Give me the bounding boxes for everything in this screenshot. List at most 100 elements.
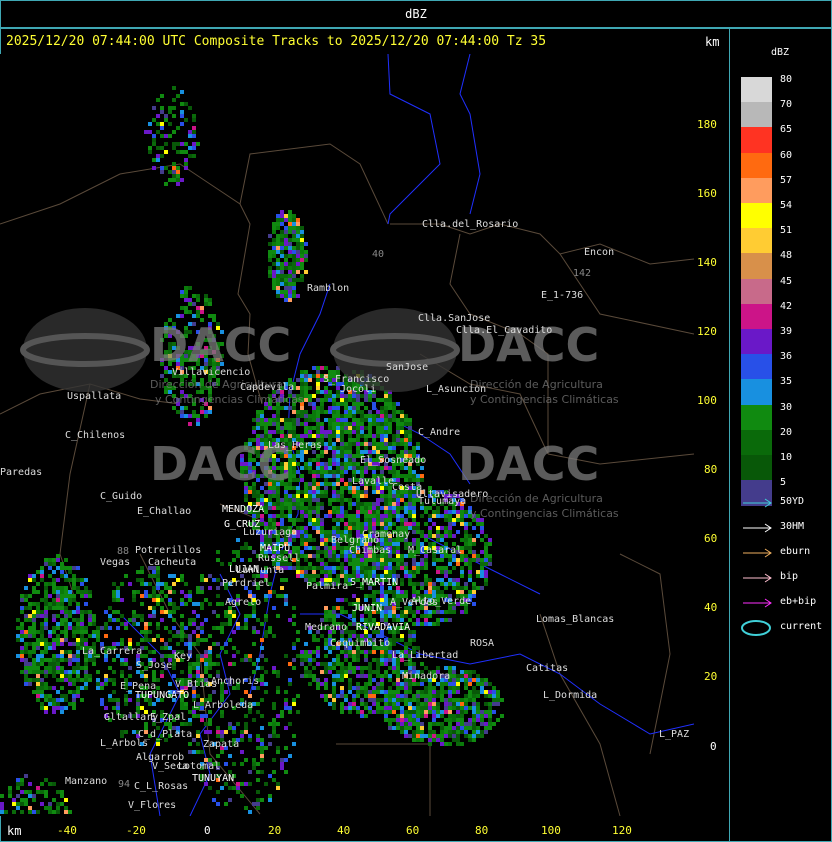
echo-pixel: [460, 726, 464, 730]
echo-pixel: [284, 538, 288, 542]
echo-pixel: [420, 534, 424, 538]
echo-pixel: [440, 682, 444, 686]
echo-pixel: [272, 270, 276, 274]
echo-pixel: [296, 266, 300, 270]
echo-pixel: [164, 150, 168, 154]
echo-pixel: [276, 278, 280, 282]
echo-pixel: [184, 306, 188, 310]
echo-pixel: [472, 586, 476, 590]
echo-pixel: [380, 698, 384, 702]
echo-pixel: [340, 474, 344, 478]
echo-pixel: [416, 530, 420, 534]
echo-pixel: [300, 434, 304, 438]
echo-pixel: [412, 590, 416, 594]
echo-pixel: [264, 506, 268, 510]
echo-pixel: [160, 146, 164, 150]
echo-pixel: [464, 682, 468, 686]
echo-pixel: [388, 694, 392, 698]
echo-pixel: [436, 586, 440, 590]
echo-pixel: [476, 694, 480, 698]
echo-pixel: [388, 442, 392, 446]
echo-pixel: [400, 558, 404, 562]
echo-pixel: [380, 434, 384, 438]
echo-pixel: [464, 582, 468, 586]
echo-pixel: [280, 514, 284, 518]
echo-pixel: [264, 498, 268, 502]
echo-pixel: [164, 118, 168, 122]
echo-pixel: [356, 406, 360, 410]
echo-pixel: [412, 562, 416, 566]
echo-pixel: [332, 454, 336, 458]
echo-pixel: [356, 510, 360, 514]
echo-pixel: [376, 502, 380, 506]
echo-pixel: [320, 538, 324, 542]
echo-pixel: [412, 526, 416, 530]
km-unit-label-top: km: [705, 35, 720, 49]
echo-pixel: [424, 702, 428, 706]
echo-pixel: [272, 274, 276, 278]
echo-pixel: [352, 518, 356, 522]
echo-pixel: [448, 582, 452, 586]
echo-pixel: [432, 738, 436, 742]
echo-pixel: [336, 458, 340, 462]
echo-pixel: [204, 410, 208, 414]
echo-pixel: [348, 410, 352, 414]
echo-pixel: [472, 526, 476, 530]
echo-pixel: [300, 550, 304, 554]
echo-pixel: [348, 462, 352, 466]
echo-pixel: [296, 294, 300, 298]
echo-pixel: [316, 490, 320, 494]
echo-pixel: [32, 630, 36, 634]
echo-pixel: [360, 502, 364, 506]
echo-pixel: [308, 378, 312, 382]
echo-pixel: [344, 442, 348, 446]
echo-pixel: [464, 710, 468, 714]
echo-pixel: [456, 558, 460, 562]
echo-pixel: [404, 570, 408, 574]
echo-pixel: [388, 426, 392, 430]
echo-pixel: [328, 406, 332, 410]
echo-pixel: [276, 234, 280, 238]
echo-pixel: [292, 214, 296, 218]
echo-pixel: [392, 566, 396, 570]
echo-pixel: [392, 558, 396, 562]
echo-pixel: [340, 566, 344, 570]
echo-pixel: [416, 538, 420, 542]
echo-pixel: [276, 506, 280, 510]
echo-pixel: [356, 422, 360, 426]
echo-pixel: [456, 714, 460, 718]
echo-pixel: [348, 446, 352, 450]
echo-pixel: [304, 498, 308, 502]
echo-pixel: [296, 262, 300, 266]
echo-pixel: [384, 442, 388, 446]
echo-pixel: [420, 622, 424, 626]
echo-pixel: [296, 410, 300, 414]
echo-pixel: [412, 698, 416, 702]
echo-pixel: [296, 238, 300, 242]
echo-pixel: [320, 462, 324, 466]
echo-pixel: [444, 742, 448, 746]
echo-pixel: [264, 522, 268, 526]
echo-pixel: [356, 530, 360, 534]
echo-pixel: [404, 726, 408, 730]
echo-pixel: [296, 566, 300, 570]
echo-pixel: [432, 694, 436, 698]
echo-pixel: [420, 530, 424, 534]
echo-pixel: [320, 522, 324, 526]
echo-pixel: [360, 510, 364, 514]
echo-pixel: [368, 514, 372, 518]
echo-pixel: [168, 178, 172, 182]
echo-pixel: [340, 470, 344, 474]
echo-pixel: [388, 498, 392, 502]
echo-pixel: [428, 702, 432, 706]
echo-pixel: [428, 622, 432, 626]
echo-pixel: [412, 446, 416, 450]
echo-pixel: [448, 686, 452, 690]
echo-pixel: [352, 490, 356, 494]
echo-pixel: [488, 710, 492, 714]
echo-pixel: [428, 530, 432, 534]
echo-pixel: [436, 714, 440, 718]
echo-pixel: [468, 550, 472, 554]
echo-pixel: [304, 370, 308, 374]
echo-pixel: [300, 542, 304, 546]
